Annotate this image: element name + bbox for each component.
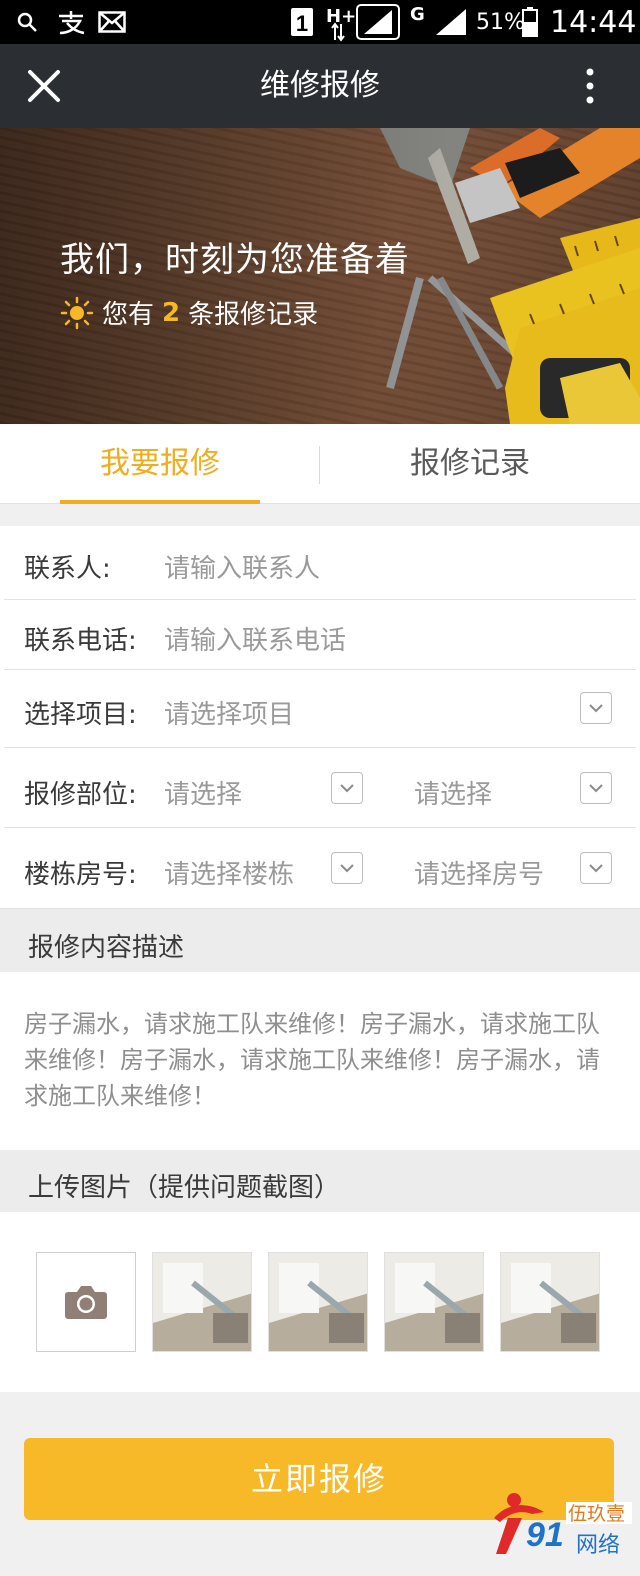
svg-text:91: 91 (526, 1516, 564, 1554)
location-dropdown-button-1[interactable] (331, 772, 363, 804)
contact-input[interactable]: 请输入联系人 (164, 548, 320, 585)
phone-label: 联系电话: (24, 626, 137, 656)
building-label: 楼栋房号: (24, 860, 137, 890)
page-title: 维修报修 (260, 68, 380, 103)
description-header: 报修内容描述 (0, 908, 640, 972)
brand-logo-icon: 91 伍玖壹 网络 (494, 1493, 632, 1558)
building-room-row: 楼栋房号: 请选择楼栋 请选择房号 (0, 828, 640, 908)
upload-header-text: 上传图片（提供问题截图） (28, 1173, 341, 1203)
photo-icon (385, 1253, 483, 1351)
alipay-icon (56, 0, 86, 44)
building-dropdown-button[interactable] (331, 852, 363, 884)
uploaded-image-thumbnail[interactable] (500, 1252, 600, 1352)
uploaded-image-thumbnail[interactable] (384, 1252, 484, 1352)
chevron-down-icon (589, 784, 603, 793)
upload-header: 上传图片（提供问题截图） (0, 1150, 640, 1212)
hero-banner: 我们，时刻为您准备着 您有 2 条报修记录 (0, 128, 640, 424)
photo-icon (269, 1253, 367, 1351)
uploaded-image-thumbnail[interactable] (152, 1252, 252, 1352)
repair-form: 联系人: 请输入联系人 联系电话: 请输入联系电话 选择项目: 请选择项目 报修… (0, 526, 640, 908)
svg-text:1: 1 (296, 11, 308, 36)
tab-divider (319, 446, 320, 484)
tab-repair-records[interactable]: 报修记录 (370, 424, 570, 504)
hero-records-summary[interactable]: 您有 2 条报修记录 (60, 294, 318, 331)
app-bar: 维修报修 (0, 44, 640, 128)
more-vertical-icon (586, 68, 594, 104)
phone-input[interactable]: 请输入联系电话 (164, 620, 346, 657)
search-icon (16, 0, 38, 44)
description-text: 房子漏水，请求施工队来维修！房子漏水，请求施工队来维修！房子漏水，请求施工队来维… (24, 1010, 600, 1110)
project-label: 选择项目: (24, 700, 137, 730)
records-count: 2 (162, 297, 181, 328)
svg-text:网络: 网络 (576, 1533, 620, 1558)
location-select-1[interactable]: 请选择 (164, 774, 242, 811)
camera-icon (65, 1286, 107, 1319)
tab-submit-repair[interactable]: 我要报修 (60, 424, 260, 504)
signal-icon-1 (356, 0, 400, 44)
location-select-2[interactable]: 请选择 (414, 774, 492, 811)
location-label: 报修部位: (24, 780, 137, 810)
network-type-label-2: G (410, 3, 425, 25)
status-bar: 1 H+ G 51% 14:44 (0, 0, 640, 44)
clock-time: 14:44 (550, 4, 637, 40)
signal-icon-2 (434, 0, 468, 44)
project-select[interactable]: 请选择项目 (164, 694, 294, 731)
project-dropdown-button[interactable] (580, 692, 612, 724)
tab-bar: 我要报修 报修记录 (0, 424, 640, 504)
svg-text:伍玖壹: 伍玖壹 (568, 1503, 625, 1525)
project-row: 选择项目: 请选择项目 (0, 670, 640, 748)
description-textarea[interactable]: 房子漏水，请求施工队来维修！房子漏水，请求施工队来维修！房子漏水，请求施工队来维… (0, 972, 640, 1150)
battery-percentage: 51% (476, 9, 525, 35)
contact-label: 联系人: (24, 554, 111, 584)
chevron-down-icon (589, 864, 603, 873)
battery-icon (522, 0, 538, 44)
contact-row: 联系人: 请输入联系人 (0, 526, 640, 600)
more-menu-button[interactable] (570, 64, 610, 108)
mail-icon (98, 0, 126, 44)
watermark-logo: 91 伍玖壹 网络 (488, 1488, 636, 1562)
hero-headline: 我们，时刻为您准备着 (60, 240, 410, 280)
sim-card-icon: 1 (290, 0, 314, 44)
room-select[interactable]: 请选择房号 (414, 854, 544, 891)
room-dropdown-button[interactable] (580, 852, 612, 884)
lightbulb-icon (60, 296, 94, 329)
records-suffix: 条报修记录 (188, 300, 319, 330)
image-upload-area (0, 1212, 640, 1392)
add-photo-button[interactable] (36, 1252, 136, 1352)
chevron-down-icon (340, 784, 354, 793)
chevron-down-icon (340, 864, 354, 873)
records-prefix: 您有 (102, 300, 155, 330)
photo-icon (153, 1253, 251, 1351)
location-dropdown-button-2[interactable] (580, 772, 612, 804)
building-select[interactable]: 请选择楼栋 (164, 854, 294, 891)
uploaded-image-thumbnail[interactable] (268, 1252, 368, 1352)
phone-row: 联系电话: 请输入联系电话 (0, 600, 640, 670)
photo-icon (501, 1253, 599, 1351)
chevron-down-icon (589, 704, 603, 713)
description-header-text: 报修内容描述 (28, 933, 185, 963)
location-row: 报修部位: 请选择 请选择 (0, 748, 640, 828)
